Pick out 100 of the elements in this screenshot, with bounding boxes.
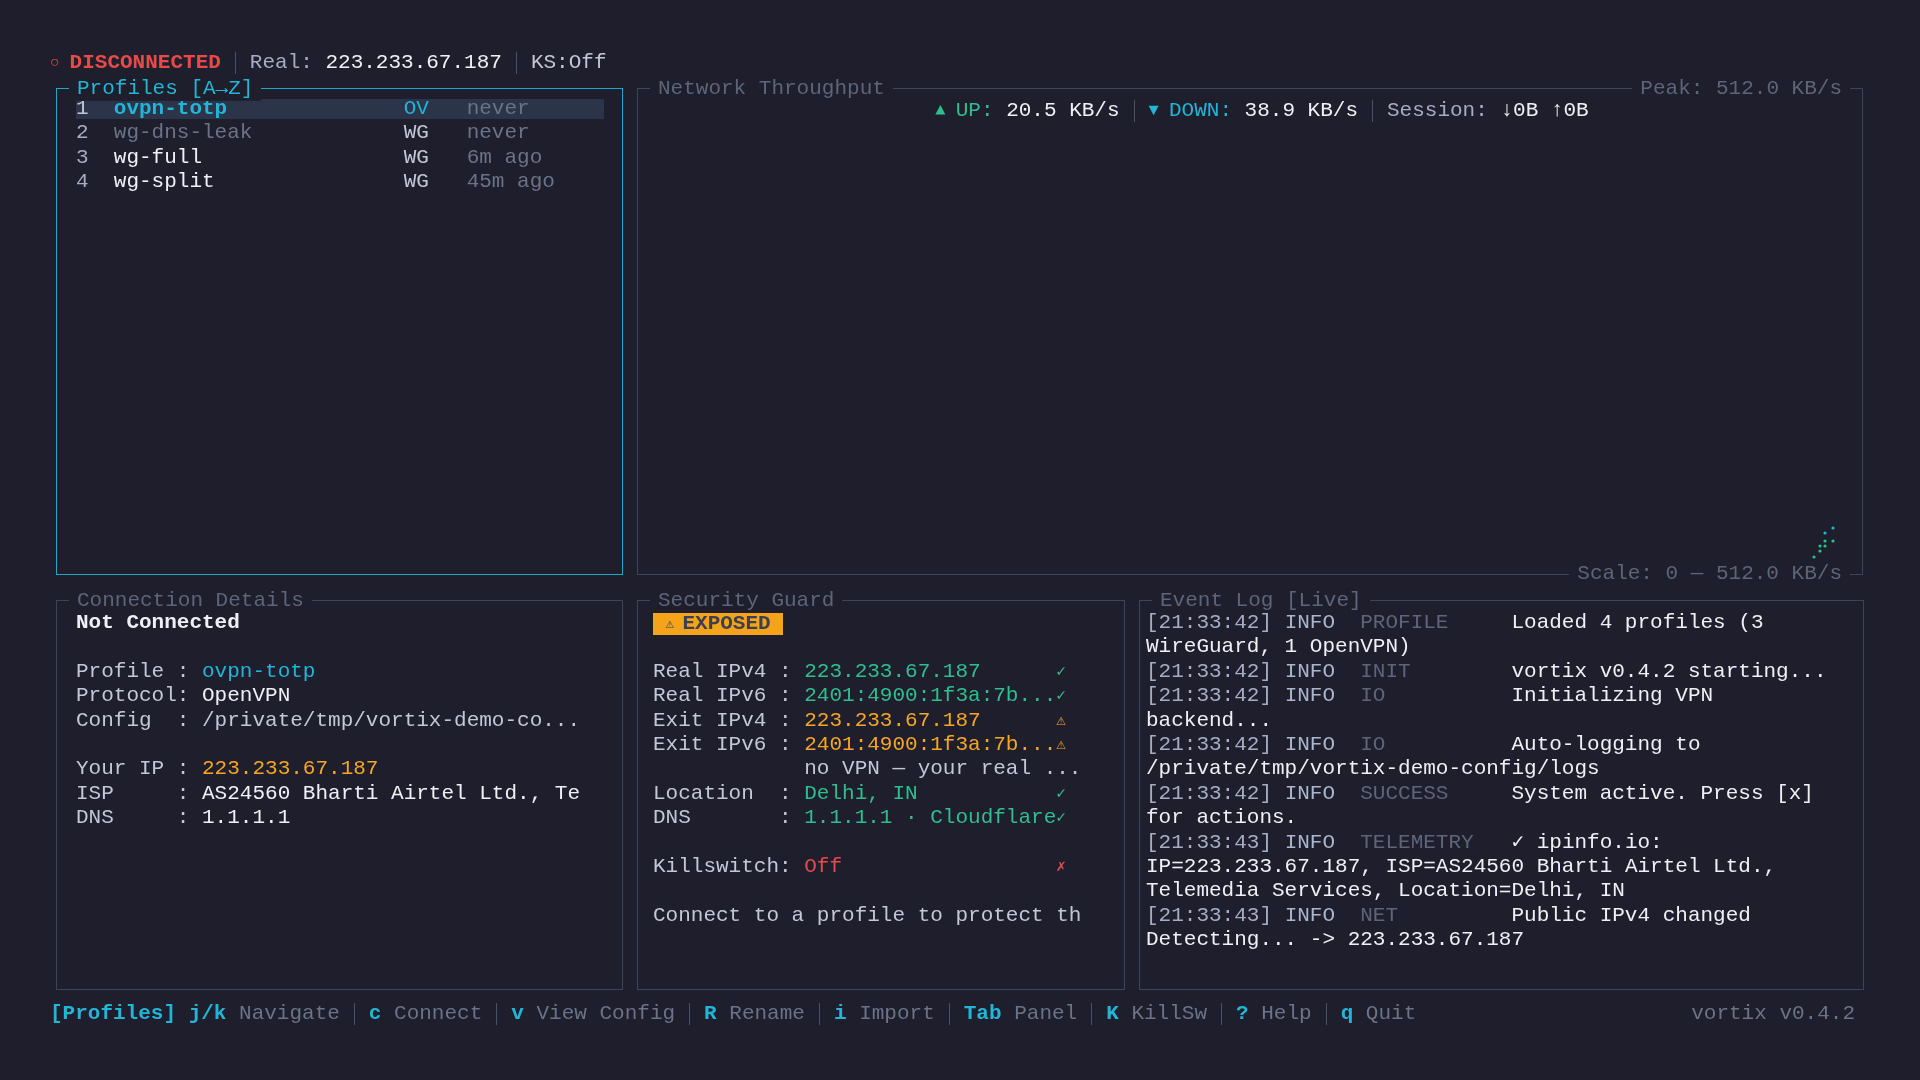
shortcut-label: Navigate (239, 1001, 340, 1027)
shortcut-label: Quit (1365, 1001, 1417, 1027)
profile-last-used: 45m ago (466, 172, 555, 193)
profile-row[interactable]: 4 wg-split WG 45m ago (76, 172, 604, 193)
status-indicator: ○ (50, 52, 60, 74)
connection-state: DISCONNECTED (69, 50, 221, 76)
field-value: 223.233.67.187 (202, 757, 379, 782)
down-arrow-icon: ▼ (1148, 99, 1159, 124)
profile-name: wg-dns-leak (113, 123, 254, 144)
shortcut-hint[interactable]: K KillSw (1106, 1001, 1207, 1027)
profile-protocol: OV (403, 99, 430, 119)
shortcut-key: ? (1236, 1001, 1249, 1027)
field-label: DNS : (76, 806, 190, 831)
shortcut-label: Rename (729, 1001, 805, 1027)
guard-message: Connect to a profile to protect th (653, 903, 1083, 929)
download-label: DOWN: (1168, 99, 1232, 124)
up-arrow-icon: ▲ (935, 99, 946, 124)
check-label: Real IPv4 : (653, 659, 793, 685)
log-entry: [21:33:42] INFO INIT vortix v0.4.2 starting... (1146, 659, 1828, 685)
profile-row[interactable]: 2 wg-dns-leak WG never (76, 123, 604, 144)
check-label: Real IPv6 : (653, 684, 793, 709)
sparkline-drawing (1812, 526, 1836, 560)
warning-icon: ⚠ (665, 612, 675, 637)
download-rate: 38.9 KB/s (1244, 99, 1358, 124)
check-mark-icon: ✓ (1056, 659, 1066, 685)
badge-text: EXPOSED (682, 612, 771, 637)
check-label: DNS : (653, 806, 793, 831)
check-mark-icon: ✓ (1056, 781, 1066, 807)
field-value: AS24560 Bharti Airtel Ltd., Te (202, 781, 581, 807)
real-ip-label: Real: (249, 50, 313, 76)
shortcut-hint[interactable]: c Connect (368, 1001, 483, 1027)
profile-protocol: WG (403, 123, 430, 144)
shortcut-hint[interactable]: Tab Panel (963, 1001, 1078, 1027)
connection-status: Not Connected (76, 611, 241, 636)
profile-name: wg-full (113, 147, 203, 168)
profile-name: ovpn-totp (113, 99, 228, 119)
upload-rate: 20.5 KB/s (1006, 99, 1120, 124)
shortcut-hint[interactable]: v View Config (511, 1001, 676, 1027)
profile-index: 3 (76, 147, 90, 168)
field-value: /private/tmp/vortix-demo-co... (202, 708, 581, 733)
field-value: OpenVPN (202, 684, 291, 709)
profile-row[interactable]: 1 ovpn-totp OV never (76, 99, 604, 119)
shortcut-hint[interactable]: ? Help (1236, 1001, 1312, 1027)
check-value: Delhi, IN (804, 781, 919, 807)
profile-name: wg-split (113, 172, 216, 193)
check-value: Off (804, 855, 844, 880)
shortcut-hint[interactable]: i Import (833, 1001, 935, 1027)
check-note: no VPN — your real ... (804, 757, 1082, 782)
check-label: Location : (653, 781, 793, 807)
field-label: Your IP : (76, 757, 190, 782)
shortcut-label: Help (1261, 1001, 1312, 1027)
shortcut-label: Import (859, 1001, 935, 1027)
session-download: ↓0B (1500, 99, 1539, 124)
log-entry: [21:33:42] INFO IO Initializing VPN backend... (1146, 684, 1715, 734)
profile-last-used: 6m ago (466, 147, 543, 168)
session-label: Session: (1387, 99, 1488, 124)
profile-protocol: WG (403, 172, 430, 193)
shortcut-key: K (1106, 1001, 1119, 1027)
log-entry: [21:33:42] INFO IO Auto-logging to /private/tmp/vortix-demo-config/logs (1146, 733, 1702, 782)
shortcut-key: i (833, 1001, 847, 1027)
check-label: Exit IPv4 : (653, 708, 793, 733)
shortcut-key: Tab (963, 1001, 1002, 1027)
check-mark-icon: ✓ (1056, 806, 1066, 831)
shortcut-hint[interactable]: q Quit (1340, 1001, 1417, 1027)
check-mark-icon: ✗ (1056, 855, 1066, 880)
profile-protocol: WG (403, 147, 430, 168)
check-mark-icon: ✓ (1056, 684, 1066, 709)
field-label: Protocol: (76, 684, 190, 709)
check-mark-icon: ⚠ (1056, 708, 1066, 733)
shortcut-key: q (1340, 1001, 1354, 1027)
shortcut-label: View Config (536, 1001, 676, 1027)
killswitch-status: KS:Off (530, 50, 607, 76)
log-entry: [21:33:43] INFO TELEMETRY ✓ ipinfo.io: IP=223.233.67.187, ISP=AS24560 Bharti Airtel Ltd., Telemedia Services, Location=Delhi, IN (1146, 830, 1778, 904)
panel-title: Profiles [A→Z] (69, 76, 262, 102)
check-value: 1.1.1.1 · Cloudflare (804, 806, 1057, 831)
check-value: 2401:4900:1f3a:7b... (804, 684, 1057, 709)
upload-label: UP: (955, 99, 994, 124)
shortcut-key: c (368, 1001, 382, 1027)
field-label: Config : (76, 708, 190, 733)
check-label: Exit IPv6 : (653, 733, 793, 758)
field-label: ISP : (76, 781, 190, 807)
shortcut-hint[interactable]: R Rename (704, 1001, 805, 1027)
shortcut-label: Panel (1014, 1001, 1078, 1027)
app-version: vortix v0.4.2 (1691, 1001, 1855, 1027)
profile-index: 4 (76, 172, 90, 193)
log-entry: [21:33:42] INFO SUCCESS System active. Press [x] for actions. (1146, 781, 1815, 831)
profile-index: 1 (76, 99, 90, 119)
profile-last-used: never (466, 123, 530, 144)
check-mark-icon: ⚠ (1056, 733, 1066, 758)
profile-row[interactable]: 3 wg-full WG 6m ago (76, 147, 604, 168)
panel-context: [Profiles] (50, 1001, 177, 1027)
profile-index: 2 (76, 123, 90, 144)
shortcut-hint[interactable]: j/k Navigate (188, 1001, 340, 1027)
field-value: ovpn-totp (202, 659, 316, 685)
field-label: Profile : (76, 659, 190, 685)
check-value: 2401:4900:1f3a:7b... (804, 733, 1057, 758)
check-label: Killswitch: (653, 855, 793, 880)
log-entry: [21:33:43] INFO NET Public IPv4 changed Detecting... -> 223.233.67.187 (1146, 903, 1752, 953)
session-upload: ↑0B (1550, 99, 1589, 124)
shortcut-label: Connect (394, 1001, 483, 1027)
